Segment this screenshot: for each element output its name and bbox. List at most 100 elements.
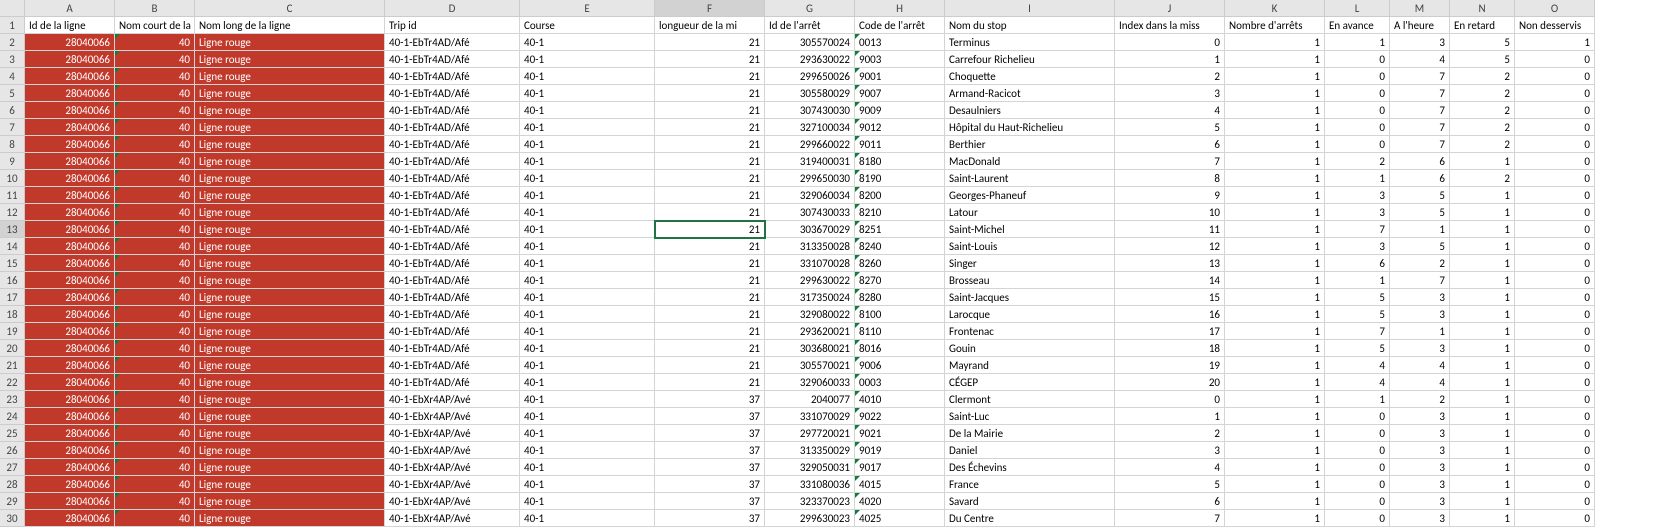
cell-L21[interactable]: 4: [1325, 357, 1390, 374]
cell-O23[interactable]: 0: [1515, 391, 1595, 408]
row-header-10[interactable]: 10: [0, 170, 25, 187]
cell-K29[interactable]: 1: [1225, 493, 1325, 510]
cell-A16[interactable]: 28040066: [25, 272, 115, 289]
cell-I7[interactable]: Hôpital du Haut-Richelieu: [945, 119, 1115, 136]
spreadsheet-grid[interactable]: ABCDEFGHIJKLMNO1Id de la ligneNom court …: [0, 0, 1657, 527]
cell-K4[interactable]: 1: [1225, 68, 1325, 85]
cell-C11[interactable]: Ligne rouge: [195, 187, 385, 204]
cell-H12[interactable]: 8210: [855, 204, 945, 221]
cell-H23[interactable]: 4010: [855, 391, 945, 408]
cell-I30[interactable]: Du Centre: [945, 510, 1115, 527]
cell-N20[interactable]: 1: [1450, 340, 1515, 357]
header-cell[interactable]: En avance: [1325, 17, 1390, 34]
cell-I20[interactable]: Gouin: [945, 340, 1115, 357]
row-header-30[interactable]: 30: [0, 510, 25, 527]
cell-A19[interactable]: 28040066: [25, 323, 115, 340]
row-header-24[interactable]: 24: [0, 408, 25, 425]
cell-O14[interactable]: 0: [1515, 238, 1595, 255]
cell-M22[interactable]: 4: [1390, 374, 1450, 391]
cell-J8[interactable]: 6: [1115, 136, 1225, 153]
cell-E8[interactable]: 40-1: [520, 136, 655, 153]
cell-D21[interactable]: 40-1-EbTr4AD/Afé: [385, 357, 520, 374]
cell-B2[interactable]: 40: [115, 34, 195, 51]
cell-N13[interactable]: 1: [1450, 221, 1515, 238]
cell-C17[interactable]: Ligne rouge: [195, 289, 385, 306]
cell-O8[interactable]: 0: [1515, 136, 1595, 153]
cell-H13[interactable]: 8251: [855, 221, 945, 238]
cell-H19[interactable]: 8110: [855, 323, 945, 340]
cell-C24[interactable]: Ligne rouge: [195, 408, 385, 425]
cell-G30[interactable]: 299630023: [765, 510, 855, 527]
cell-M25[interactable]: 3: [1390, 425, 1450, 442]
cell-O5[interactable]: 0: [1515, 85, 1595, 102]
cell-N18[interactable]: 1: [1450, 306, 1515, 323]
cell-M12[interactable]: 5: [1390, 204, 1450, 221]
cell-I9[interactable]: MacDonald: [945, 153, 1115, 170]
cell-K25[interactable]: 1: [1225, 425, 1325, 442]
row-header-1[interactable]: 1: [0, 17, 25, 34]
cell-F17[interactable]: 21: [655, 289, 765, 306]
cell-J16[interactable]: 14: [1115, 272, 1225, 289]
row-header-27[interactable]: 27: [0, 459, 25, 476]
cell-I5[interactable]: Armand-Racicot: [945, 85, 1115, 102]
cell-O13[interactable]: 0: [1515, 221, 1595, 238]
cell-I22[interactable]: CÉGEP: [945, 374, 1115, 391]
cell-J18[interactable]: 16: [1115, 306, 1225, 323]
cell-A18[interactable]: 28040066: [25, 306, 115, 323]
cell-J9[interactable]: 7: [1115, 153, 1225, 170]
cell-C7[interactable]: Ligne rouge: [195, 119, 385, 136]
cell-H27[interactable]: 9017: [855, 459, 945, 476]
cell-E10[interactable]: 40-1: [520, 170, 655, 187]
cell-I16[interactable]: Brosseau: [945, 272, 1115, 289]
row-header-17[interactable]: 17: [0, 289, 25, 306]
cell-D14[interactable]: 40-1-EbTr4AD/Afé: [385, 238, 520, 255]
cell-E4[interactable]: 40-1: [520, 68, 655, 85]
cell-H30[interactable]: 4025: [855, 510, 945, 527]
cell-I10[interactable]: Saint-Laurent: [945, 170, 1115, 187]
cell-E14[interactable]: 40-1: [520, 238, 655, 255]
cell-I18[interactable]: Larocque: [945, 306, 1115, 323]
cell-N21[interactable]: 1: [1450, 357, 1515, 374]
cell-N5[interactable]: 2: [1450, 85, 1515, 102]
cell-K8[interactable]: 1: [1225, 136, 1325, 153]
cell-C2[interactable]: Ligne rouge: [195, 34, 385, 51]
cell-I21[interactable]: Mayrand: [945, 357, 1115, 374]
cell-D4[interactable]: 40-1-EbTr4AD/Afé: [385, 68, 520, 85]
cell-A5[interactable]: 28040066: [25, 85, 115, 102]
cell-A2[interactable]: 28040066: [25, 34, 115, 51]
cell-N4[interactable]: 2: [1450, 68, 1515, 85]
cell-O16[interactable]: 0: [1515, 272, 1595, 289]
cell-O4[interactable]: 0: [1515, 68, 1595, 85]
cell-A22[interactable]: 28040066: [25, 374, 115, 391]
cell-D18[interactable]: 40-1-EbTr4AD/Afé: [385, 306, 520, 323]
cell-I6[interactable]: Desaulniers: [945, 102, 1115, 119]
cell-G9[interactable]: 319400031: [765, 153, 855, 170]
cell-J17[interactable]: 15: [1115, 289, 1225, 306]
cell-K15[interactable]: 1: [1225, 255, 1325, 272]
cell-L5[interactable]: 0: [1325, 85, 1390, 102]
cell-L3[interactable]: 0: [1325, 51, 1390, 68]
cell-K30[interactable]: 1: [1225, 510, 1325, 527]
cell-B5[interactable]: 40: [115, 85, 195, 102]
cell-N28[interactable]: 1: [1450, 476, 1515, 493]
cell-C4[interactable]: Ligne rouge: [195, 68, 385, 85]
cell-F19[interactable]: 21: [655, 323, 765, 340]
cell-I3[interactable]: Carrefour Richelieu: [945, 51, 1115, 68]
header-cell[interactable]: Course: [520, 17, 655, 34]
cell-L18[interactable]: 5: [1325, 306, 1390, 323]
cell-A12[interactable]: 28040066: [25, 204, 115, 221]
cell-O28[interactable]: 0: [1515, 476, 1595, 493]
cell-A23[interactable]: 28040066: [25, 391, 115, 408]
cell-B11[interactable]: 40: [115, 187, 195, 204]
cell-H5[interactable]: 9007: [855, 85, 945, 102]
cell-N22[interactable]: 1: [1450, 374, 1515, 391]
cell-B20[interactable]: 40: [115, 340, 195, 357]
cell-I23[interactable]: Clermont: [945, 391, 1115, 408]
cell-A14[interactable]: 28040066: [25, 238, 115, 255]
cell-B24[interactable]: 40: [115, 408, 195, 425]
cell-E7[interactable]: 40-1: [520, 119, 655, 136]
row-header-26[interactable]: 26: [0, 442, 25, 459]
cell-M6[interactable]: 7: [1390, 102, 1450, 119]
cell-N9[interactable]: 1: [1450, 153, 1515, 170]
cell-J12[interactable]: 10: [1115, 204, 1225, 221]
